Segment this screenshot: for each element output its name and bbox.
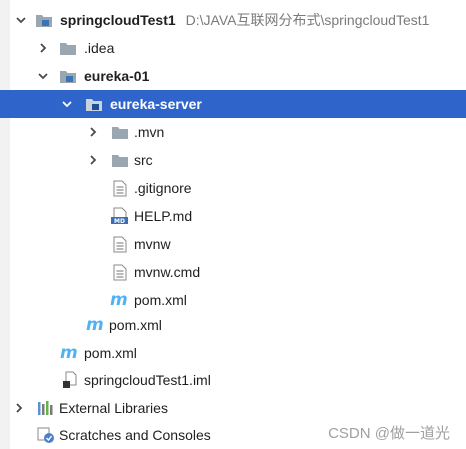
maven-icon: m — [60, 344, 80, 362]
scratches-icon — [36, 426, 56, 444]
tree-row-iml[interactable]: springcloudTest1.iml — [0, 366, 466, 394]
help-md-label: HELP.md — [134, 208, 193, 224]
maven-icon: m — [86, 316, 106, 334]
external-libraries-label: External Libraries — [59, 400, 168, 416]
svg-text:m: m — [110, 292, 128, 308]
tree-row-gitignore[interactable]: .gitignore — [0, 174, 466, 202]
text-file-icon — [110, 235, 130, 253]
svg-text:m: m — [60, 345, 78, 361]
eureka-server-label: eureka-server — [110, 96, 202, 112]
tree-row-idea[interactable]: .idea — [0, 34, 466, 62]
iml-label: springcloudTest1.iml — [84, 372, 211, 388]
folder-icon — [110, 151, 130, 169]
pom-server-label: pom.xml — [134, 292, 187, 308]
idea-label: .idea — [84, 40, 115, 56]
project-tree: springcloudTest1 D:\JAVA互联网分布式\springclou… — [0, 0, 466, 449]
folder-icon — [58, 39, 78, 57]
text-file-icon — [110, 263, 130, 281]
tree-row-pom-eureka-01[interactable]: m pom.xml — [0, 311, 466, 339]
tree-row-external-libraries[interactable]: External Libraries — [0, 394, 466, 422]
markdown-file-icon: MD — [110, 207, 130, 225]
watermark: CSDN @做一道光 — [328, 425, 450, 442]
tree-row-pom-server[interactable]: m pom.xml — [0, 286, 466, 314]
tree-row-mvn[interactable]: .mvn — [0, 118, 466, 146]
chevron-right-icon[interactable] — [86, 153, 100, 167]
chevron-down-icon[interactable] — [14, 13, 28, 27]
svg-text:m: m — [86, 317, 104, 333]
tree-row-root[interactable]: springcloudTest1 D:\JAVA互联网分布式\springclou… — [0, 6, 466, 34]
markdown-badge-text: MD — [114, 218, 125, 225]
maven-icon: m — [110, 291, 130, 309]
mvnw-label: mvnw — [134, 236, 171, 252]
text-file-icon — [110, 179, 130, 197]
iml-file-icon — [60, 371, 80, 389]
scratches-label: Scratches and Consoles — [59, 427, 211, 443]
tree-row-src[interactable]: src — [0, 146, 466, 174]
chevron-right-icon[interactable] — [12, 401, 26, 415]
chevron-down-icon[interactable] — [36, 69, 50, 83]
pom-root-label: pom.xml — [84, 345, 137, 361]
tree-row-eureka-server[interactable]: eureka-server — [0, 90, 466, 118]
tree-row-mvnw[interactable]: mvnw — [0, 230, 466, 258]
folder-icon — [110, 123, 130, 141]
root-path: D:\JAVA互联网分布式\springcloudTest1 — [185, 12, 430, 28]
mvn-label: .mvn — [134, 124, 165, 140]
chevron-right-icon[interactable] — [36, 41, 50, 55]
root-name: springcloudTest1 — [60, 12, 176, 28]
libraries-icon — [36, 399, 56, 417]
pom-eureka-01-label: pom.xml — [109, 317, 162, 333]
tree-row-mvnw-cmd[interactable]: mvnw.cmd — [0, 258, 466, 286]
tree-row-help-md[interactable]: MD HELP.md — [0, 202, 466, 230]
module-folder-icon — [58, 67, 78, 85]
eureka-01-label: eureka-01 — [84, 68, 150, 84]
tree-row-pom-root[interactable]: m pom.xml — [0, 339, 466, 367]
chevron-right-icon[interactable] — [86, 125, 100, 139]
gitignore-label: .gitignore — [134, 180, 192, 196]
module-folder-icon — [84, 95, 104, 113]
mvnw-cmd-label: mvnw.cmd — [134, 264, 201, 280]
chevron-down-icon[interactable] — [60, 97, 74, 111]
src-label: src — [134, 152, 153, 168]
module-folder-icon — [34, 11, 54, 29]
root-label: springcloudTest1 D:\JAVA互联网分布式\springclou… — [60, 11, 429, 29]
tree-row-eureka-01[interactable]: eureka-01 — [0, 62, 466, 90]
